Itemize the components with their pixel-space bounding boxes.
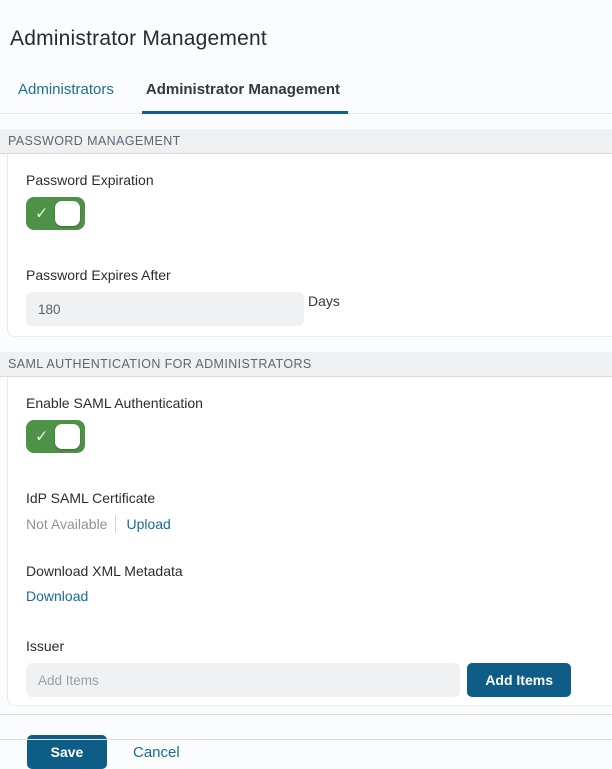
page-title: Administrator Management xyxy=(10,27,267,50)
password-expiration-label: Password Expiration xyxy=(26,172,154,188)
days-unit-label: Days xyxy=(308,293,340,309)
password-expiration-toggle[interactable]: ✓ xyxy=(26,197,85,230)
tab-administrator-management[interactable]: Administrator Management xyxy=(141,75,349,114)
tab-administrators[interactable]: Administrators xyxy=(16,75,116,114)
add-items-button[interactable]: Add Items xyxy=(467,663,571,697)
certificate-status: Not Available xyxy=(26,516,108,532)
section-header-saml-authentication: SAML AUTHENTICATION FOR ADMINISTRATORS xyxy=(0,352,612,377)
save-button[interactable]: Save xyxy=(27,735,107,769)
vertical-divider xyxy=(115,515,117,533)
issuer-label: Issuer xyxy=(26,638,65,654)
bottom-border xyxy=(0,739,612,740)
password-expires-after-input[interactable] xyxy=(26,292,304,326)
cancel-link[interactable]: Cancel xyxy=(133,744,180,761)
password-expires-after-label: Password Expires After xyxy=(26,267,171,283)
toggle-knob xyxy=(55,424,80,449)
download-link[interactable]: Download xyxy=(26,588,88,604)
issuer-input[interactable] xyxy=(26,663,461,697)
enable-saml-toggle[interactable]: ✓ xyxy=(26,420,85,453)
download-xml-metadata-label: Download XML Metadata xyxy=(26,563,183,579)
saml-authentication-section: Enable SAML Authentication ✓ IdP SAML Ce… xyxy=(7,377,612,706)
footer-actions: Save Cancel xyxy=(0,715,612,769)
check-icon: ✓ xyxy=(35,428,49,446)
section-header-password-management: PASSWORD MANAGEMENT xyxy=(0,129,612,154)
tab-bar: Administrators Administrator Management xyxy=(0,75,612,114)
password-management-section: Password Expiration ✓ Password Expires A… xyxy=(7,154,612,337)
enable-saml-label: Enable SAML Authentication xyxy=(26,395,203,411)
toggle-knob xyxy=(55,201,80,226)
check-icon: ✓ xyxy=(35,205,49,223)
idp-saml-certificate-label: IdP SAML Certificate xyxy=(26,490,156,506)
upload-link[interactable]: Upload xyxy=(126,516,170,532)
